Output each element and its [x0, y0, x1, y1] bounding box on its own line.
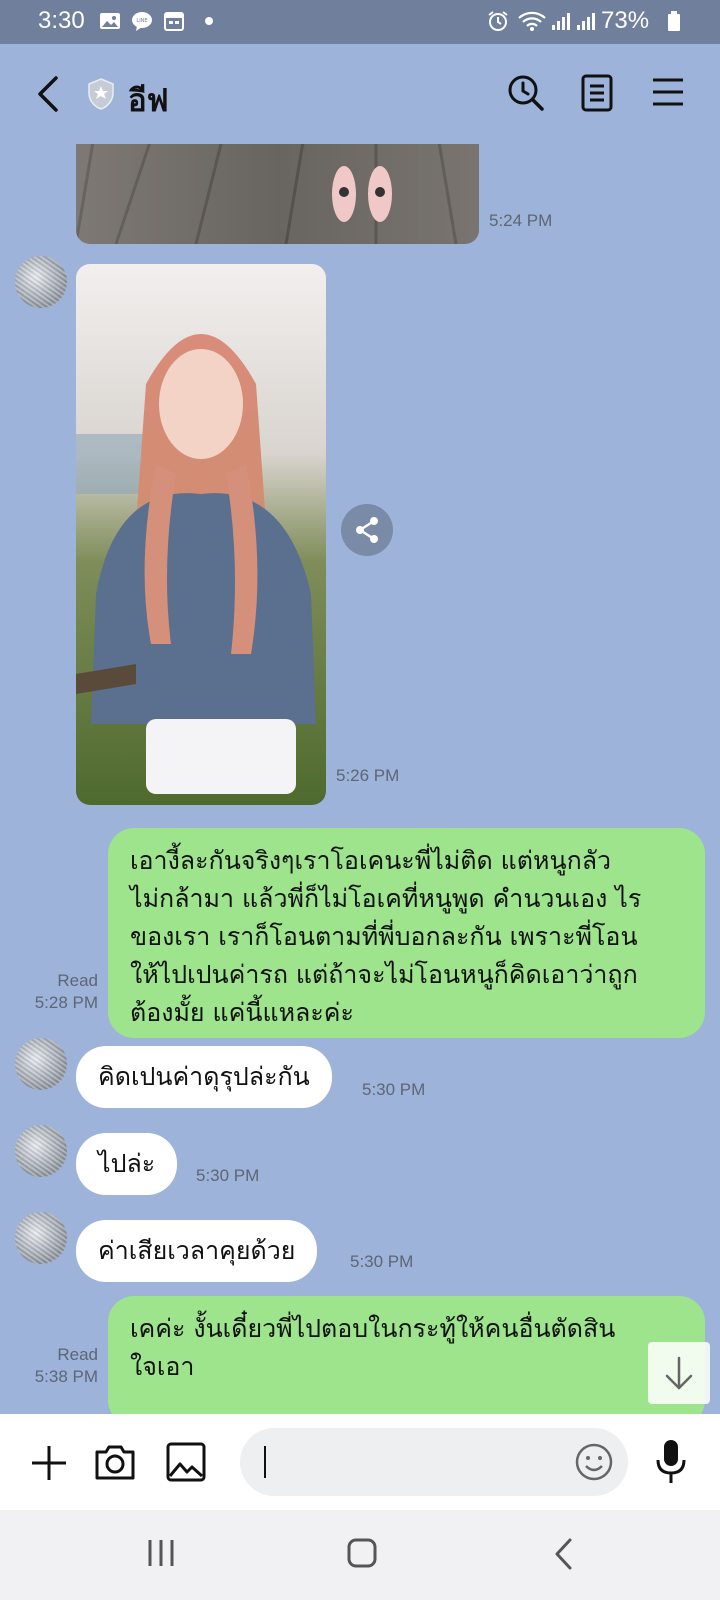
- status-time: 3:30: [38, 7, 85, 34]
- message-photo[interactable]: [76, 264, 326, 805]
- message-time: 5:28 PM: [34, 993, 98, 1012]
- arrow-down-icon: [665, 1356, 693, 1390]
- message-time: 5:30 PM: [350, 1252, 414, 1271]
- message-line: ไม่กล้ามา แล้วพี่ก็ไม่โอเคที่หนูพูด คำนว…: [130, 884, 642, 913]
- message-photo[interactable]: [76, 144, 479, 244]
- back-arrow-icon[interactable]: [34, 74, 62, 114]
- camera-icon[interactable]: [94, 1442, 136, 1482]
- share-button[interactable]: [341, 504, 393, 556]
- back-icon[interactable]: [552, 1537, 576, 1571]
- microphone-icon[interactable]: [654, 1438, 688, 1486]
- share-icon: [356, 517, 378, 543]
- photo-content: [76, 264, 326, 805]
- system-navigation-bar: [0, 1510, 720, 1600]
- photo-content: [76, 144, 479, 244]
- message-text: ค่าเสียเวลาคุยด้วย: [98, 1236, 296, 1265]
- emoji-icon[interactable]: [574, 1442, 614, 1482]
- signal-icon: [577, 13, 595, 30]
- read-receipt: Read: [57, 1345, 98, 1364]
- outgoing-message-bubble[interactable]: เอางี้ละกันจริงๆเราโอเคนะพี่ไม่ติด แต่หน…: [108, 828, 705, 1038]
- chat-title: อีฟ: [128, 83, 169, 119]
- read-receipt: Read: [57, 971, 98, 990]
- incoming-message-bubble[interactable]: คิดเปนค่าดุรุปล่ะกัน: [76, 1046, 332, 1108]
- gallery-icon: [100, 13, 120, 29]
- message-line: เอางี้ละกันจริงๆเราโอเคนะพี่ไม่ติด แต่หน…: [130, 846, 612, 875]
- message-input[interactable]: [240, 1428, 628, 1496]
- notes-icon[interactable]: [580, 73, 614, 113]
- message-line: ใจเอา: [130, 1352, 195, 1381]
- message-time: 5:24 PM: [489, 211, 553, 230]
- message-line: ให้ไปเปนค่ารถ แต่ถ้าจะไม่โอนหนูก็คิดเอาว…: [130, 960, 638, 989]
- incoming-message-bubble[interactable]: ไปล่ะ: [76, 1133, 178, 1195]
- message-time: 5:30 PM: [362, 1080, 426, 1099]
- line-app-icon: LINE: [132, 12, 152, 31]
- avatar[interactable]: [15, 1125, 67, 1177]
- avatar[interactable]: [15, 1212, 67, 1264]
- message-text: ไปล่ะ: [98, 1149, 156, 1178]
- message-text: คิดเปนค่าดุรุปล่ะกัน: [98, 1062, 310, 1091]
- wifi-icon: [518, 11, 546, 31]
- message-input-bar: [0, 1414, 720, 1510]
- svg-text:LINE: LINE: [136, 18, 147, 24]
- dot-icon: [205, 17, 213, 25]
- image-icon[interactable]: [166, 1442, 206, 1482]
- battery-icon: [668, 11, 680, 31]
- plus-icon[interactable]: [30, 1444, 68, 1482]
- shield-star-icon: [88, 78, 114, 110]
- incoming-message-bubble[interactable]: ค่าเสียเวลาคุยด้วย: [76, 1220, 318, 1282]
- chat-header: อีฟ: [0, 44, 720, 144]
- search-clock-icon[interactable]: [506, 73, 546, 113]
- avatar[interactable]: [15, 256, 67, 308]
- message-time: 5:30 PM: [196, 1166, 260, 1185]
- message-time: 5:38 PM: [34, 1367, 98, 1386]
- chat-area[interactable]: 5:24 PM 5:26 PM Read 5:28 PM เอางี้ละกัน…: [0, 144, 720, 1414]
- status-bar: 3:30 LINE 73%: [0, 0, 720, 44]
- message-time: 5:26 PM: [336, 766, 400, 785]
- recent-apps-icon[interactable]: [146, 1538, 176, 1568]
- message-line: ของเรา เราก็โอนตามที่พี่บอกละกัน เพราะพี…: [130, 922, 638, 951]
- menu-icon[interactable]: [651, 77, 685, 107]
- scroll-to-bottom-button[interactable]: [648, 1342, 710, 1404]
- text-cursor: [264, 1446, 266, 1478]
- calendar-icon: [164, 12, 184, 31]
- alarm-icon: [488, 11, 508, 31]
- avatar[interactable]: [15, 1038, 67, 1090]
- signal-icon: [552, 13, 570, 30]
- battery-percentage: 73%: [601, 7, 650, 34]
- message-line: ต้องมั้ย แค่นี้แหละค่ะ: [130, 998, 354, 1027]
- home-icon[interactable]: [346, 1537, 378, 1569]
- outgoing-message-bubble[interactable]: เคค่ะ งั้นเดี๋ยวพี่ไปตอบในกระทู้ให้คนอื่…: [108, 1296, 705, 1414]
- message-line: เคค่ะ งั้นเดี๋ยวพี่ไปตอบในกระทู้ให้คนอื่…: [130, 1314, 616, 1343]
